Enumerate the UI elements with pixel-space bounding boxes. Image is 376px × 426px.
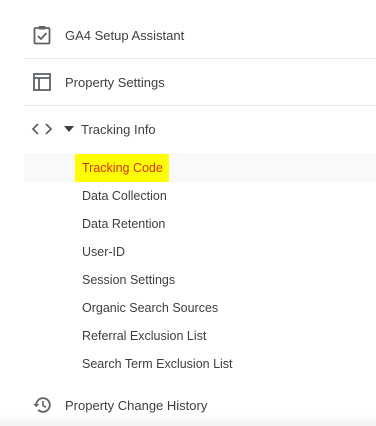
subitem-data-collection[interactable]: Data Collection [82, 188, 167, 204]
subitem-session-settings[interactable]: Session Settings [82, 272, 175, 288]
nav-label-property-settings: Property Settings [65, 74, 165, 90]
nav-label-ga4-setup-assistant: GA4 Setup Assistant [65, 27, 185, 43]
nav-label-tracking-info: Tracking Info [81, 121, 156, 137]
window-layout-icon [32, 72, 52, 92]
subitem-data-retention[interactable]: Data Retention [82, 216, 165, 232]
clipboard-check-icon [32, 25, 52, 45]
nav-item-tracking-info[interactable]: Tracking Info [24, 106, 376, 152]
subitem-tracking-code[interactable]: Tracking Code [75, 154, 169, 182]
nav-item-ga4-setup-assistant[interactable]: GA4 Setup Assistant [24, 12, 376, 59]
nav-label-property-change-history: Property Change History [65, 397, 208, 413]
nav-item-property-settings[interactable]: Property Settings [24, 59, 376, 106]
bottom-fade [0, 414, 376, 426]
subitem-search-term-exclusion-list[interactable]: Search Term Exclusion List [82, 356, 233, 372]
subitem-referral-exclusion-list[interactable]: Referral Exclusion List [82, 328, 206, 344]
subitem-organic-search-sources[interactable]: Organic Search Sources [82, 300, 218, 316]
subitem-user-id[interactable]: User-ID [82, 244, 125, 260]
caret-down-icon[interactable] [64, 126, 74, 132]
code-brackets-icon [30, 119, 54, 139]
history-icon [32, 395, 52, 415]
